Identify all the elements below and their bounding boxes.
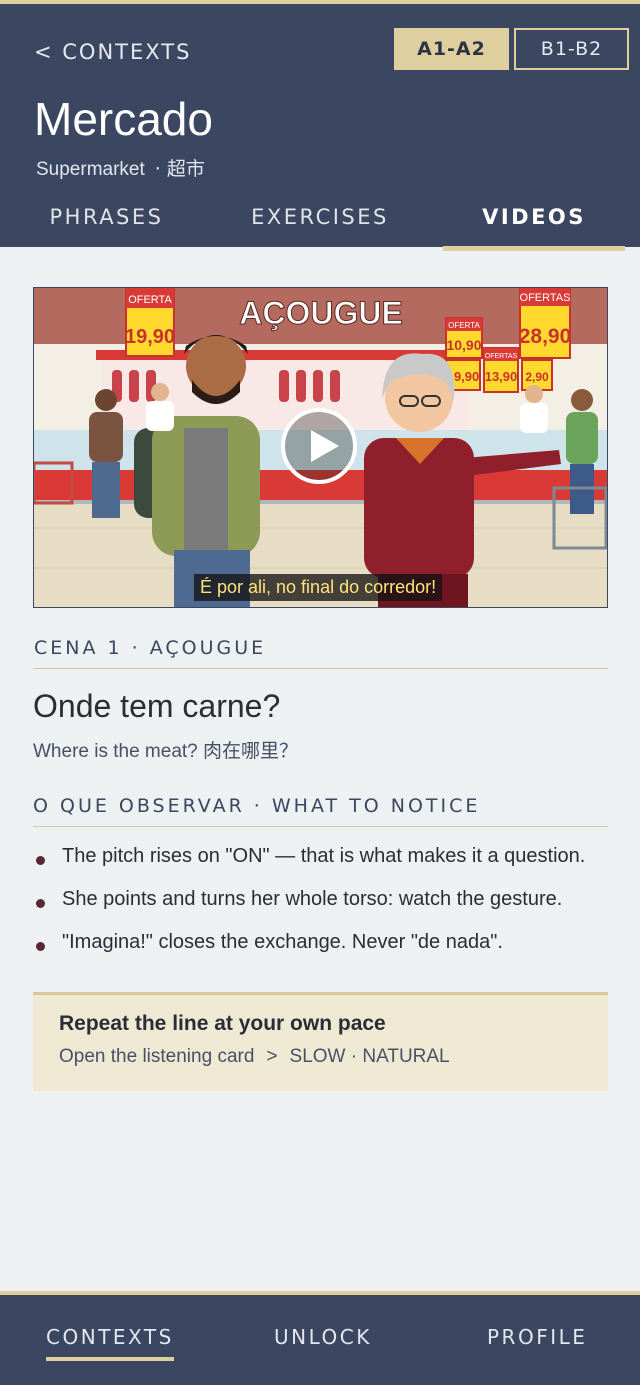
page-subtitle: Supermarket · 超市 xyxy=(36,154,205,181)
page-title: Mercado xyxy=(34,93,213,145)
divider xyxy=(33,826,608,827)
list-item: The pitch rises on "ON" — that is what m… xyxy=(33,845,633,888)
speed-options: SLOW · NATURAL xyxy=(289,1046,450,1067)
svg-text:2,90: 2,90 xyxy=(525,370,549,384)
butcher-sign: AÇOUGUE xyxy=(239,295,403,331)
list-item: She points and turns her whole torso: wa… xyxy=(33,888,633,931)
nav-profile[interactable]: PROFILE xyxy=(487,1325,587,1349)
translation-chinese: 肉在哪里？ xyxy=(203,740,299,762)
video-player[interactable]: OFERTA 19,90 OFERTA 10,90 OFERTAS 13,90 … xyxy=(33,287,608,608)
svg-text:OFERTAS: OFERTAS xyxy=(520,292,571,304)
tab-exercises[interactable]: EXERCISES xyxy=(213,205,427,251)
tab-phrases[interactable]: PHRASES xyxy=(0,205,213,251)
svg-text:OFERTAS: OFERTAS xyxy=(485,353,518,360)
app-header: < CONTEXTS A1-A2 B1-B2 Mercado Supermark… xyxy=(0,0,640,251)
play-icon[interactable] xyxy=(281,408,357,484)
bullet-icon xyxy=(36,899,45,908)
scene-label: CENA 1 · AÇOUGUE xyxy=(34,637,267,659)
svg-text:13,90: 13,90 xyxy=(485,369,518,384)
list-item: "Imagina!" closes the exchange. Never "d… xyxy=(33,931,633,974)
notice-label: O QUE OBSERVAR · WHAT TO NOTICE xyxy=(33,795,481,817)
phrase-translation: Where is the meat? 肉在哪里？ xyxy=(33,736,298,763)
svg-text:OFERTA: OFERTA xyxy=(448,321,480,330)
divider xyxy=(33,668,608,669)
nav-unlock[interactable]: UNLOCK xyxy=(274,1325,372,1349)
tab-videos[interactable]: VIDEOS xyxy=(443,205,625,251)
back-to-contexts-link[interactable]: < CONTEXTS xyxy=(34,40,191,64)
svg-text:28,90: 28,90 xyxy=(519,325,572,348)
bullet-icon xyxy=(36,942,45,951)
bullet-icon xyxy=(36,856,45,865)
nav-contexts[interactable]: CONTEXTS xyxy=(46,1325,174,1361)
practice-card[interactable]: Repeat the line at your own pace Open th… xyxy=(33,992,608,1091)
practice-title: Repeat the line at your own pace xyxy=(59,1012,386,1035)
listening-card-label: Open the listening card xyxy=(59,1046,255,1067)
subtitle-chinese: · 超市 xyxy=(154,158,205,180)
phrase-text: Onde tem carne? xyxy=(33,688,281,724)
chevron-right-icon: > xyxy=(266,1046,278,1067)
svg-text:19,90: 19,90 xyxy=(125,326,175,348)
subtitle-english: Supermarket xyxy=(36,159,145,180)
translation-english: Where is the meat? xyxy=(33,741,198,762)
listening-card-link[interactable]: Open the listening card > SLOW · NATURAL xyxy=(59,1046,450,1068)
notice-list: The pitch rises on "ON" — that is what m… xyxy=(33,845,633,974)
svg-text:OFERTA: OFERTA xyxy=(128,294,172,306)
bottom-nav: CONTEXTS UNLOCK PROFILE xyxy=(0,1291,640,1385)
level-b1-b2-button[interactable]: B1-B2 xyxy=(514,28,629,70)
video-caption: É por ali, no final do corredor! xyxy=(194,574,443,601)
level-a1-a2-button[interactable]: A1-A2 xyxy=(394,28,509,70)
svg-text:10,90: 10,90 xyxy=(446,337,481,353)
